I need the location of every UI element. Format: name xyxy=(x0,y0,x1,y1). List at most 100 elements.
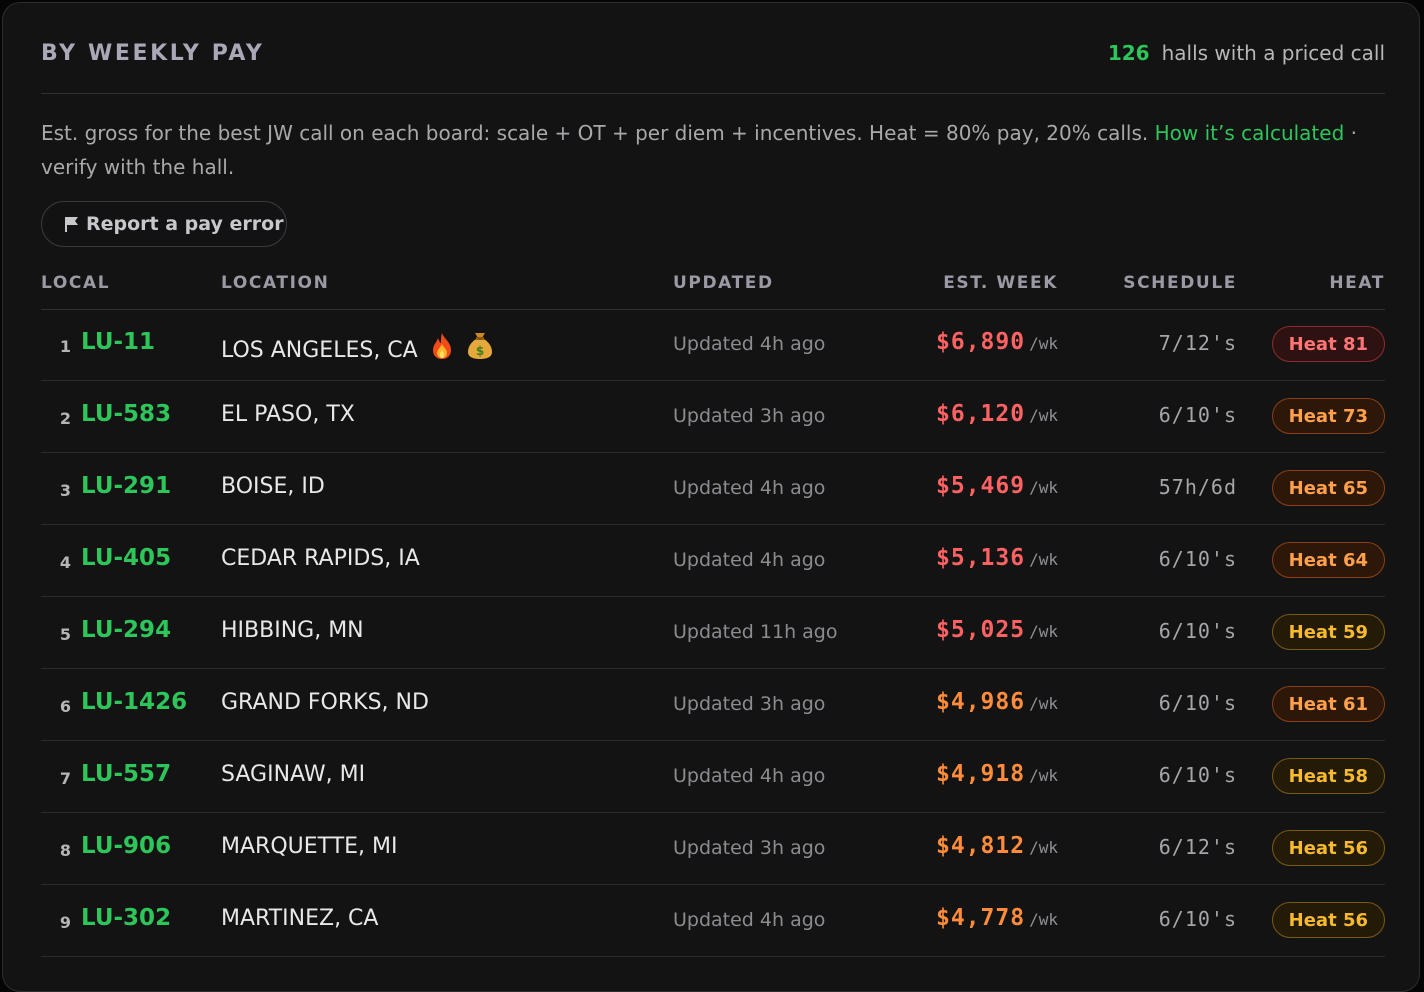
flag-icon xyxy=(65,217,78,232)
est-week-pay: $4,918/wk xyxy=(936,761,1058,787)
table-row[interactable]: 4 LU-405 CEDAR RAPIDS, IA Updated 4h ago… xyxy=(41,525,1385,597)
rank-number: 1 xyxy=(59,337,71,356)
pay-unit: /wk xyxy=(1029,478,1058,497)
priced-call-count: 126 halls with a priced call xyxy=(1108,41,1385,65)
halls-count-label: halls with a priced call xyxy=(1161,41,1385,65)
heat-badge: Heat 56 xyxy=(1271,830,1385,866)
local-link[interactable]: LU-294 xyxy=(81,617,171,643)
column-local: LOCAL xyxy=(41,273,111,293)
pay-unit: /wk xyxy=(1029,622,1058,641)
updated-time: Updated 3h ago xyxy=(673,837,826,859)
schedule-value: 6/10's xyxy=(1158,907,1237,931)
location-cell: BOISE, ID xyxy=(221,474,325,499)
location-name: HIBBING, MN xyxy=(221,618,364,643)
rank-number: 5 xyxy=(59,625,71,644)
svg-text:$: $ xyxy=(476,344,484,358)
updated-time: Updated 3h ago xyxy=(673,693,826,715)
report-button-label: Report a pay error xyxy=(86,213,284,235)
rank-number: 7 xyxy=(59,769,71,788)
panel-description: Est. gross for the best JW call on each … xyxy=(41,116,1386,184)
location-name: SAGINAW, MI xyxy=(221,762,366,787)
schedule-value: 6/10's xyxy=(1158,547,1237,571)
pay-unit: /wk xyxy=(1029,550,1058,569)
rank-number: 8 xyxy=(59,841,71,860)
pay-unit: /wk xyxy=(1029,910,1058,929)
est-week-pay: $5,136/wk xyxy=(936,545,1058,571)
description-text: Est. gross for the best JW call on each … xyxy=(41,121,1149,145)
local-link[interactable]: LU-906 xyxy=(81,833,171,859)
updated-time: Updated 4h ago xyxy=(673,909,826,931)
location-cell: HIBBING, MN xyxy=(221,618,364,643)
heat-badge: Heat 65 xyxy=(1271,470,1385,506)
pay-amount: $5,025 xyxy=(936,617,1026,643)
pay-unit: /wk xyxy=(1029,694,1058,713)
location-name: EL PASO, TX xyxy=(221,402,355,427)
pay-unit: /wk xyxy=(1029,334,1058,353)
location-cell: CEDAR RAPIDS, IA xyxy=(221,546,420,571)
heat-badge: Heat 59 xyxy=(1271,614,1385,650)
column-schedule: SCHEDULE xyxy=(1123,273,1237,293)
table-row[interactable]: 9 LU-302 MARTINEZ, CA Updated 4h ago $4,… xyxy=(41,885,1385,957)
local-link[interactable]: LU-302 xyxy=(81,905,171,931)
pay-amount: $4,986 xyxy=(936,689,1026,715)
pay-amount: $6,120 xyxy=(936,401,1026,427)
schedule-value: 6/10's xyxy=(1158,763,1237,787)
heat-badge: Heat 81 xyxy=(1271,326,1385,362)
local-link[interactable]: LU-405 xyxy=(81,545,171,571)
pay-unit: /wk xyxy=(1029,766,1058,785)
heat-badge: Heat 58 xyxy=(1271,758,1385,794)
heat-badge: Heat 56 xyxy=(1271,902,1385,938)
local-link[interactable]: LU-583 xyxy=(81,401,171,427)
schedule-value: 7/12's xyxy=(1158,331,1237,355)
panel-header: BY WEEKLY PAY 126 halls with a priced cal… xyxy=(41,37,1385,94)
location-cell: SAGINAW, MI xyxy=(221,762,365,787)
location-cell: GRAND FORKS, ND xyxy=(221,690,429,715)
table-row[interactable]: 1 LU-11 LOS ANGELES, CA $ Updated 4h ago … xyxy=(41,309,1385,381)
updated-time: Updated 4h ago xyxy=(673,477,826,499)
location-name: MARQUETTE, MI xyxy=(221,834,398,859)
fire-icon xyxy=(430,332,454,360)
table-row[interactable]: 6 LU-1426 GRAND FORKS, ND Updated 3h ago… xyxy=(41,669,1385,741)
pay-table-body: 1 LU-11 LOS ANGELES, CA $ Updated 4h ago … xyxy=(41,309,1385,957)
local-link[interactable]: LU-11 xyxy=(81,329,155,355)
updated-time: Updated 4h ago xyxy=(673,333,826,355)
updated-time: Updated 3h ago xyxy=(673,405,826,427)
pay-amount: $6,890 xyxy=(936,329,1026,355)
location-name: CEDAR RAPIDS, IA xyxy=(221,546,420,571)
schedule-value: 6/10's xyxy=(1158,403,1237,427)
updated-time: Updated 11h ago xyxy=(673,621,838,643)
heat-badge: Heat 64 xyxy=(1271,542,1385,578)
table-row[interactable]: 8 LU-906 MARQUETTE, MI Updated 3h ago $4… xyxy=(41,813,1385,885)
schedule-value: 57h/6d xyxy=(1158,475,1237,499)
halls-count: 126 xyxy=(1107,41,1150,65)
local-link[interactable]: LU-557 xyxy=(81,761,171,787)
location-cell: EL PASO, TX xyxy=(221,402,355,427)
pay-unit: /wk xyxy=(1029,838,1058,857)
location-name: LOS ANGELES, CA xyxy=(221,338,418,363)
schedule-value: 6/12's xyxy=(1158,835,1237,859)
column-updated: UPDATED xyxy=(673,273,774,293)
local-link[interactable]: LU-291 xyxy=(81,473,171,499)
location-cell: LOS ANGELES, CA $ xyxy=(221,330,494,363)
column-est-week: EST. WEEK xyxy=(943,273,1058,293)
pay-amount: $5,136 xyxy=(936,545,1026,571)
est-week-pay: $4,986/wk xyxy=(936,689,1058,715)
updated-time: Updated 4h ago xyxy=(673,549,826,571)
report-pay-error-button[interactable]: Report a pay error xyxy=(41,201,287,247)
est-week-pay: $5,025/wk xyxy=(936,617,1058,643)
pay-amount: $4,778 xyxy=(936,905,1026,931)
table-row[interactable]: 3 LU-291 BOISE, ID Updated 4h ago $5,469… xyxy=(41,453,1385,525)
rank-number: 4 xyxy=(59,553,71,572)
weekly-pay-panel: BY WEEKLY PAY 126 halls with a priced cal… xyxy=(2,2,1420,992)
location-name: GRAND FORKS, ND xyxy=(221,690,429,715)
local-link[interactable]: LU-1426 xyxy=(81,689,187,715)
location-name: MARTINEZ, CA xyxy=(221,906,379,931)
location-cell: MARQUETTE, MI xyxy=(221,834,397,859)
how-calculated-link[interactable]: How it’s calculated xyxy=(1155,121,1345,145)
table-row[interactable]: 7 LU-557 SAGINAW, MI Updated 4h ago $4,9… xyxy=(41,741,1385,813)
table-row[interactable]: 2 LU-583 EL PASO, TX Updated 3h ago $6,1… xyxy=(41,381,1385,453)
money-bag-icon: $ xyxy=(466,330,494,360)
rank-number: 3 xyxy=(59,481,71,500)
table-row[interactable]: 5 LU-294 HIBBING, MN Updated 11h ago $5,… xyxy=(41,597,1385,669)
pay-unit: /wk xyxy=(1029,406,1058,425)
